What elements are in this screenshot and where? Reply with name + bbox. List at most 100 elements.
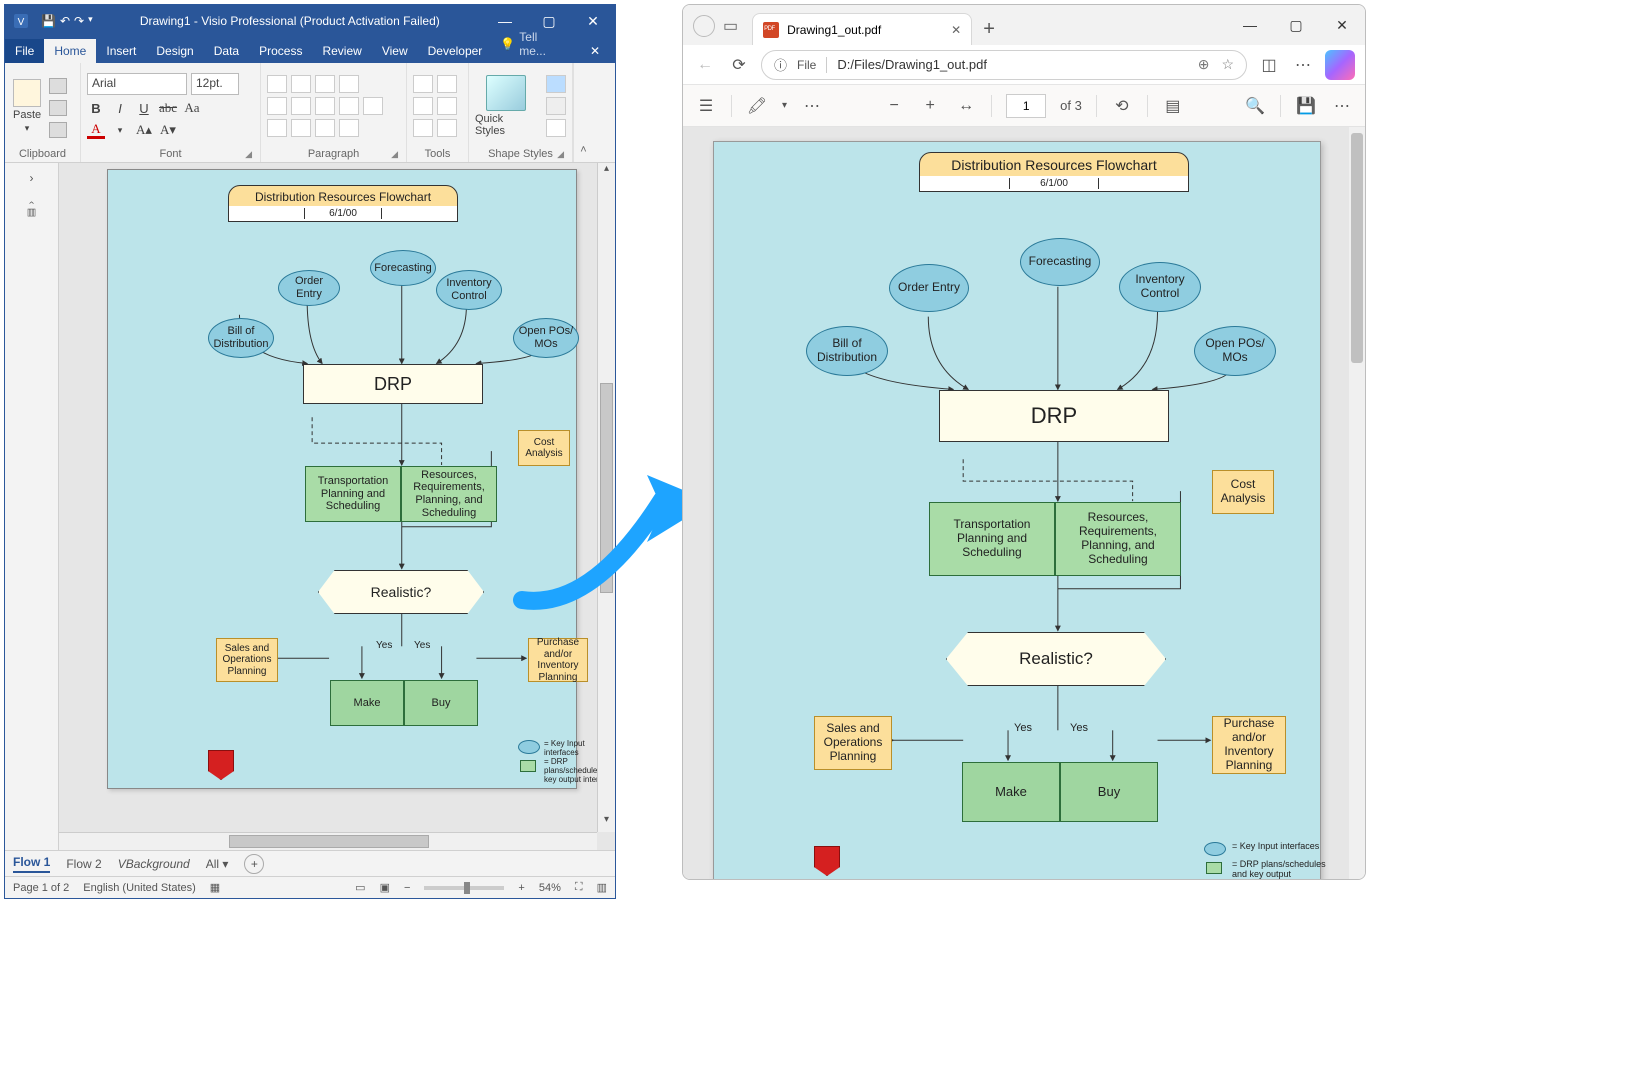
quick-styles-label[interactable]: Quick Styles: [475, 113, 536, 137]
orientation-icon[interactable]: [339, 75, 359, 93]
save-icon[interactable]: 💾: [41, 14, 56, 28]
justify-icon[interactable]: [339, 119, 359, 137]
redo-icon[interactable]: ↷: [74, 14, 84, 28]
split-screen-icon[interactable]: ◫: [1257, 55, 1281, 75]
paste-button[interactable]: Paste ▾: [11, 75, 43, 138]
font-size-input[interactable]: 12pt.: [191, 73, 239, 95]
copy-icon[interactable]: [49, 100, 67, 116]
align-top-icon[interactable]: [267, 75, 287, 93]
node-drp[interactable]: DRP: [303, 364, 483, 404]
node-open-pos[interactable]: Open POs/ MOs: [513, 318, 579, 358]
node-bill-of-distribution[interactable]: Bill of Distribution: [208, 318, 274, 358]
save-icon[interactable]: 💾: [1295, 96, 1317, 116]
qat-dropdown-icon[interactable]: ▾: [88, 14, 93, 28]
presentation-mode-icon[interactable]: ▭: [355, 881, 365, 894]
node-purchase[interactable]: Purchase and/or Inventory Planning: [528, 638, 588, 682]
decrease-indent-icon[interactable]: [291, 97, 311, 115]
tab-file[interactable]: File: [5, 39, 44, 63]
status-page[interactable]: Page 1 of 2: [13, 882, 69, 894]
zoom-level[interactable]: 54%: [539, 882, 561, 894]
minimize-button[interactable]: —: [1227, 5, 1273, 45]
node-sales-ops[interactable]: Sales and Operations Planning: [216, 638, 278, 682]
increase-indent-icon[interactable]: [315, 97, 335, 115]
close-tab-icon[interactable]: ✕: [951, 23, 961, 37]
rectangle-tool-icon[interactable]: [413, 119, 433, 137]
tab-insert[interactable]: Insert: [96, 39, 146, 63]
find-icon[interactable]: 🔍: [1244, 96, 1266, 116]
horizontal-scrollbar[interactable]: [59, 832, 597, 850]
zoom-out-icon[interactable]: −: [883, 97, 905, 115]
rtl-icon[interactable]: [339, 97, 359, 115]
bold-icon[interactable]: B: [87, 99, 105, 117]
copilot-icon[interactable]: [1325, 50, 1355, 80]
zoom-icon[interactable]: ⊕: [1198, 56, 1210, 73]
scroll-down-icon[interactable]: ▾: [598, 814, 615, 832]
close-button[interactable]: ✕: [571, 5, 615, 37]
node-forecasting[interactable]: Forecasting: [370, 250, 436, 286]
document-area[interactable]: Distribution Resources Flowchart 6/1/00 …: [59, 163, 615, 850]
connector-tool-icon[interactable]: [437, 75, 457, 93]
toolbar-more-icon[interactable]: ⋯: [1331, 96, 1353, 116]
grow-font-icon[interactable]: A▴: [135, 121, 153, 139]
chevron-down-icon[interactable]: ▾: [782, 100, 787, 111]
add-page-button[interactable]: +: [244, 854, 264, 874]
zoom-out-icon[interactable]: −: [404, 882, 410, 894]
node-realistic[interactable]: Realistic?: [318, 570, 484, 614]
zoom-in-icon[interactable]: +: [919, 97, 941, 115]
new-tab-button[interactable]: +: [972, 18, 1006, 45]
fit-to-window-icon[interactable]: ▣: [380, 881, 390, 894]
align-middle-icon[interactable]: [291, 75, 311, 93]
favorite-icon[interactable]: ☆: [1221, 56, 1234, 73]
contents-icon[interactable]: ☰: [695, 96, 717, 116]
italic-icon[interactable]: I: [111, 99, 129, 117]
page-view-icon[interactable]: ▤: [1162, 96, 1184, 116]
ribbon-close-icon[interactable]: ✕: [575, 39, 615, 63]
ltr-icon[interactable]: [363, 97, 383, 115]
scrollbar-thumb[interactable]: [600, 383, 613, 593]
zoom-slider[interactable]: [424, 886, 504, 890]
align-left-icon[interactable]: [267, 119, 287, 137]
dialog-launcher-icon[interactable]: ◢: [557, 149, 564, 160]
browser-tab[interactable]: Drawing1_out.pdf ✕: [752, 13, 972, 45]
close-button[interactable]: ✕: [1319, 5, 1365, 45]
tab-process[interactable]: Process: [249, 39, 312, 63]
dialog-launcher-icon[interactable]: ◢: [245, 149, 252, 160]
address-bar[interactable]: ⓘ File D:/Files/Drawing1_out.pdf ⊕ ☆: [761, 50, 1247, 80]
page-tab-vbackground[interactable]: VBackground: [118, 857, 190, 871]
back-button[interactable]: ←: [693, 56, 717, 74]
shape-style-preview[interactable]: [486, 75, 526, 111]
more-tools-icon[interactable]: ⋯: [801, 96, 823, 116]
scrollbar-thumb[interactable]: [229, 835, 429, 848]
dialog-launcher-icon[interactable]: ◢: [391, 149, 398, 160]
node-transportation[interactable]: Transportation Planning and Scheduling: [305, 466, 401, 522]
tell-me[interactable]: 💡 Tell me...: [492, 25, 575, 63]
profile-icon[interactable]: [693, 15, 715, 37]
align-bottom-icon[interactable]: [315, 75, 335, 93]
fit-page-icon[interactable]: ⛶: [575, 881, 583, 894]
collapse-ribbon-icon[interactable]: ˄: [573, 63, 593, 162]
site-info-icon[interactable]: ⓘ: [774, 55, 787, 74]
page-number-input[interactable]: [1006, 94, 1046, 118]
align-right-icon[interactable]: [315, 119, 335, 137]
format-painter-icon[interactable]: [49, 122, 67, 138]
vertical-scrollbar[interactable]: ▴ ▾: [597, 163, 615, 832]
text-tool-icon[interactable]: [413, 97, 433, 115]
pointer-tool-icon[interactable]: [413, 75, 433, 93]
page-tab-flow2[interactable]: Flow 2: [66, 857, 101, 871]
node-resources[interactable]: Resources, Requirements, Planning, and S…: [401, 466, 497, 522]
connection-point-icon[interactable]: [437, 97, 457, 115]
fill-icon[interactable]: [546, 75, 566, 93]
node-order-entry[interactable]: Order Entry: [278, 270, 340, 306]
font-color-icon[interactable]: A: [87, 121, 105, 139]
highlight-icon[interactable]: 🖍: [746, 96, 768, 116]
zoom-in-icon[interactable]: +: [518, 882, 524, 894]
drawing-page[interactable]: Distribution Resources Flowchart 6/1/00 …: [107, 169, 577, 789]
scrollbar-thumb[interactable]: [1351, 133, 1363, 363]
switch-windows-icon[interactable]: ▥: [597, 881, 607, 894]
line-icon[interactable]: [546, 97, 566, 115]
underline-icon[interactable]: U: [135, 99, 153, 117]
fit-width-icon[interactable]: ↔: [955, 97, 977, 115]
line-tool-icon[interactable]: [437, 119, 457, 137]
effects-icon[interactable]: [546, 119, 566, 137]
bullets-icon[interactable]: [267, 97, 287, 115]
